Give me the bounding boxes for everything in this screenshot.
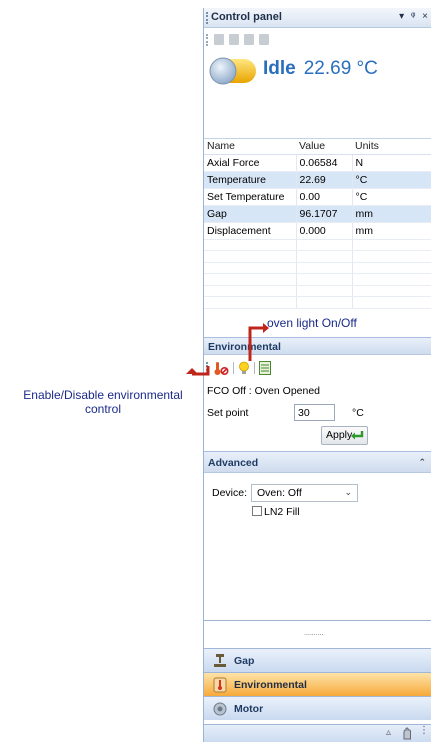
instrument-status-icon	[209, 57, 256, 85]
parameters-grid: Name Value Units Axial Force 0.06584 N T…	[204, 138, 431, 338]
hand-icon[interactable]	[401, 727, 413, 740]
triangle-up-icon[interactable]: ▵	[386, 727, 391, 738]
row-value: 0.000	[296, 222, 353, 240]
table-row[interactable]: Displacement 0.000 mm	[204, 222, 431, 240]
annotation-oven-light: oven light On/Off	[267, 316, 357, 330]
table-row[interactable]: Gap 96.1707 mm	[204, 205, 431, 223]
thermometer-icon	[213, 677, 227, 693]
row-name: Temperature	[204, 171, 297, 189]
document-icon[interactable]	[259, 34, 269, 45]
panel-splitter[interactable]: ..........	[304, 630, 323, 637]
device-value: Oven: Off	[257, 487, 302, 499]
row-value: 96.1707	[296, 205, 353, 223]
enter-arrow-icon	[351, 431, 364, 440]
row-units: N	[352, 154, 431, 172]
row-name: Displacement	[204, 222, 297, 240]
empty-row	[204, 296, 431, 309]
toolbar-separator	[233, 362, 234, 374]
status-state: Idle	[263, 58, 296, 79]
table-row[interactable]: Temperature 22.69 °C	[204, 171, 431, 189]
status-display: Idle 22.69 °C	[204, 52, 431, 92]
ln2-fill-checkbox[interactable]: LN2 Fill	[252, 506, 300, 518]
nav-gap[interactable]: Gap	[204, 648, 431, 672]
pause-icon[interactable]	[214, 34, 224, 45]
panel-titlebar[interactable]: Control panel ▾ ᵠ ×	[204, 8, 431, 28]
toolbar-separator	[254, 362, 255, 374]
row-units: mm	[352, 222, 431, 240]
spreadsheet-icon[interactable]	[259, 361, 271, 375]
empty-row	[204, 262, 431, 274]
column-header-value[interactable]: Value	[296, 139, 352, 155]
environmental-toolbar	[204, 358, 431, 378]
status-temperature: 22.69 °C	[303, 58, 378, 79]
setpoint-unit: °C	[352, 407, 364, 419]
row-name: Gap	[204, 205, 297, 223]
column-header-units[interactable]: Units	[352, 139, 431, 155]
stop-icon[interactable]	[229, 34, 239, 45]
step-icon[interactable]	[244, 34, 254, 45]
row-value: 22.69	[296, 171, 353, 189]
panel-title: Control panel	[211, 11, 282, 23]
empty-row	[204, 250, 431, 263]
row-name: Set Temperature	[204, 188, 297, 206]
nav-environmental[interactable]: Environmental	[204, 672, 431, 696]
row-units: mm	[352, 205, 431, 223]
light-bulb-icon[interactable]	[238, 361, 250, 376]
empty-row	[204, 285, 431, 297]
collapse-chevron-icon[interactable]: ⌃	[418, 457, 426, 468]
row-units: °C	[352, 188, 431, 206]
advanced-section: Device: Oven: Off ⌄ LN2 Fill	[204, 473, 431, 621]
nav-gap-label: Gap	[234, 655, 255, 667]
checkbox-box[interactable]	[252, 506, 262, 516]
chevron-down-icon: ⌄	[344, 487, 352, 497]
thermometer-off-icon[interactable]	[213, 361, 229, 376]
fco-status: FCO Off : Oven Opened	[207, 385, 321, 397]
bottom-bar: ▵ ⋮	[204, 724, 431, 742]
table-row[interactable]: Axial Force 0.06584 N	[204, 154, 431, 172]
empty-row	[204, 239, 431, 251]
row-name: Axial Force	[204, 154, 297, 172]
top-toolbar	[204, 30, 431, 50]
apply-label: Apply	[326, 429, 353, 441]
row-value: 0.06584	[296, 154, 353, 172]
device-label: Device:	[212, 487, 248, 499]
advanced-title: Advanced	[208, 457, 259, 469]
advanced-header[interactable]: Advanced ⌃	[204, 451, 431, 473]
gap-icon	[214, 654, 226, 667]
device-select[interactable]: Oven: Off ⌄	[251, 484, 358, 502]
setpoint-input[interactable]	[294, 404, 335, 421]
row-units: °C	[352, 171, 431, 189]
toolbar-grip[interactable]	[206, 34, 208, 46]
empty-row	[204, 273, 431, 286]
nav-motor-label: Motor	[234, 703, 264, 715]
annotation-arrow-icon	[248, 323, 269, 361]
motor-icon	[213, 702, 227, 716]
annotation-arrow-icon	[186, 366, 210, 376]
table-row[interactable]: Set Temperature 0.00 °C	[204, 188, 431, 206]
nav-motor[interactable]: Motor	[204, 696, 431, 720]
annotation-env-control: Enable/Disable environmental control	[23, 388, 183, 416]
row-value: 0.00	[296, 188, 353, 206]
overflow-icon[interactable]: ⋮	[419, 725, 429, 736]
column-header-name[interactable]: Name	[204, 139, 296, 155]
nav-environmental-label: Environmental	[234, 679, 307, 691]
panel-window-controls[interactable]: ▾ ᵠ ×	[399, 11, 430, 22]
ln2-label: LN2 Fill	[264, 506, 300, 518]
setpoint-label: Set point	[207, 407, 249, 419]
apply-button[interactable]: Apply	[321, 426, 368, 445]
grip-handle[interactable]	[206, 12, 208, 24]
control-panel: Control panel ▾ ᵠ × Idle 22.69 °C Name V…	[203, 8, 431, 742]
environmental-header[interactable]: Environmental	[204, 337, 431, 355]
